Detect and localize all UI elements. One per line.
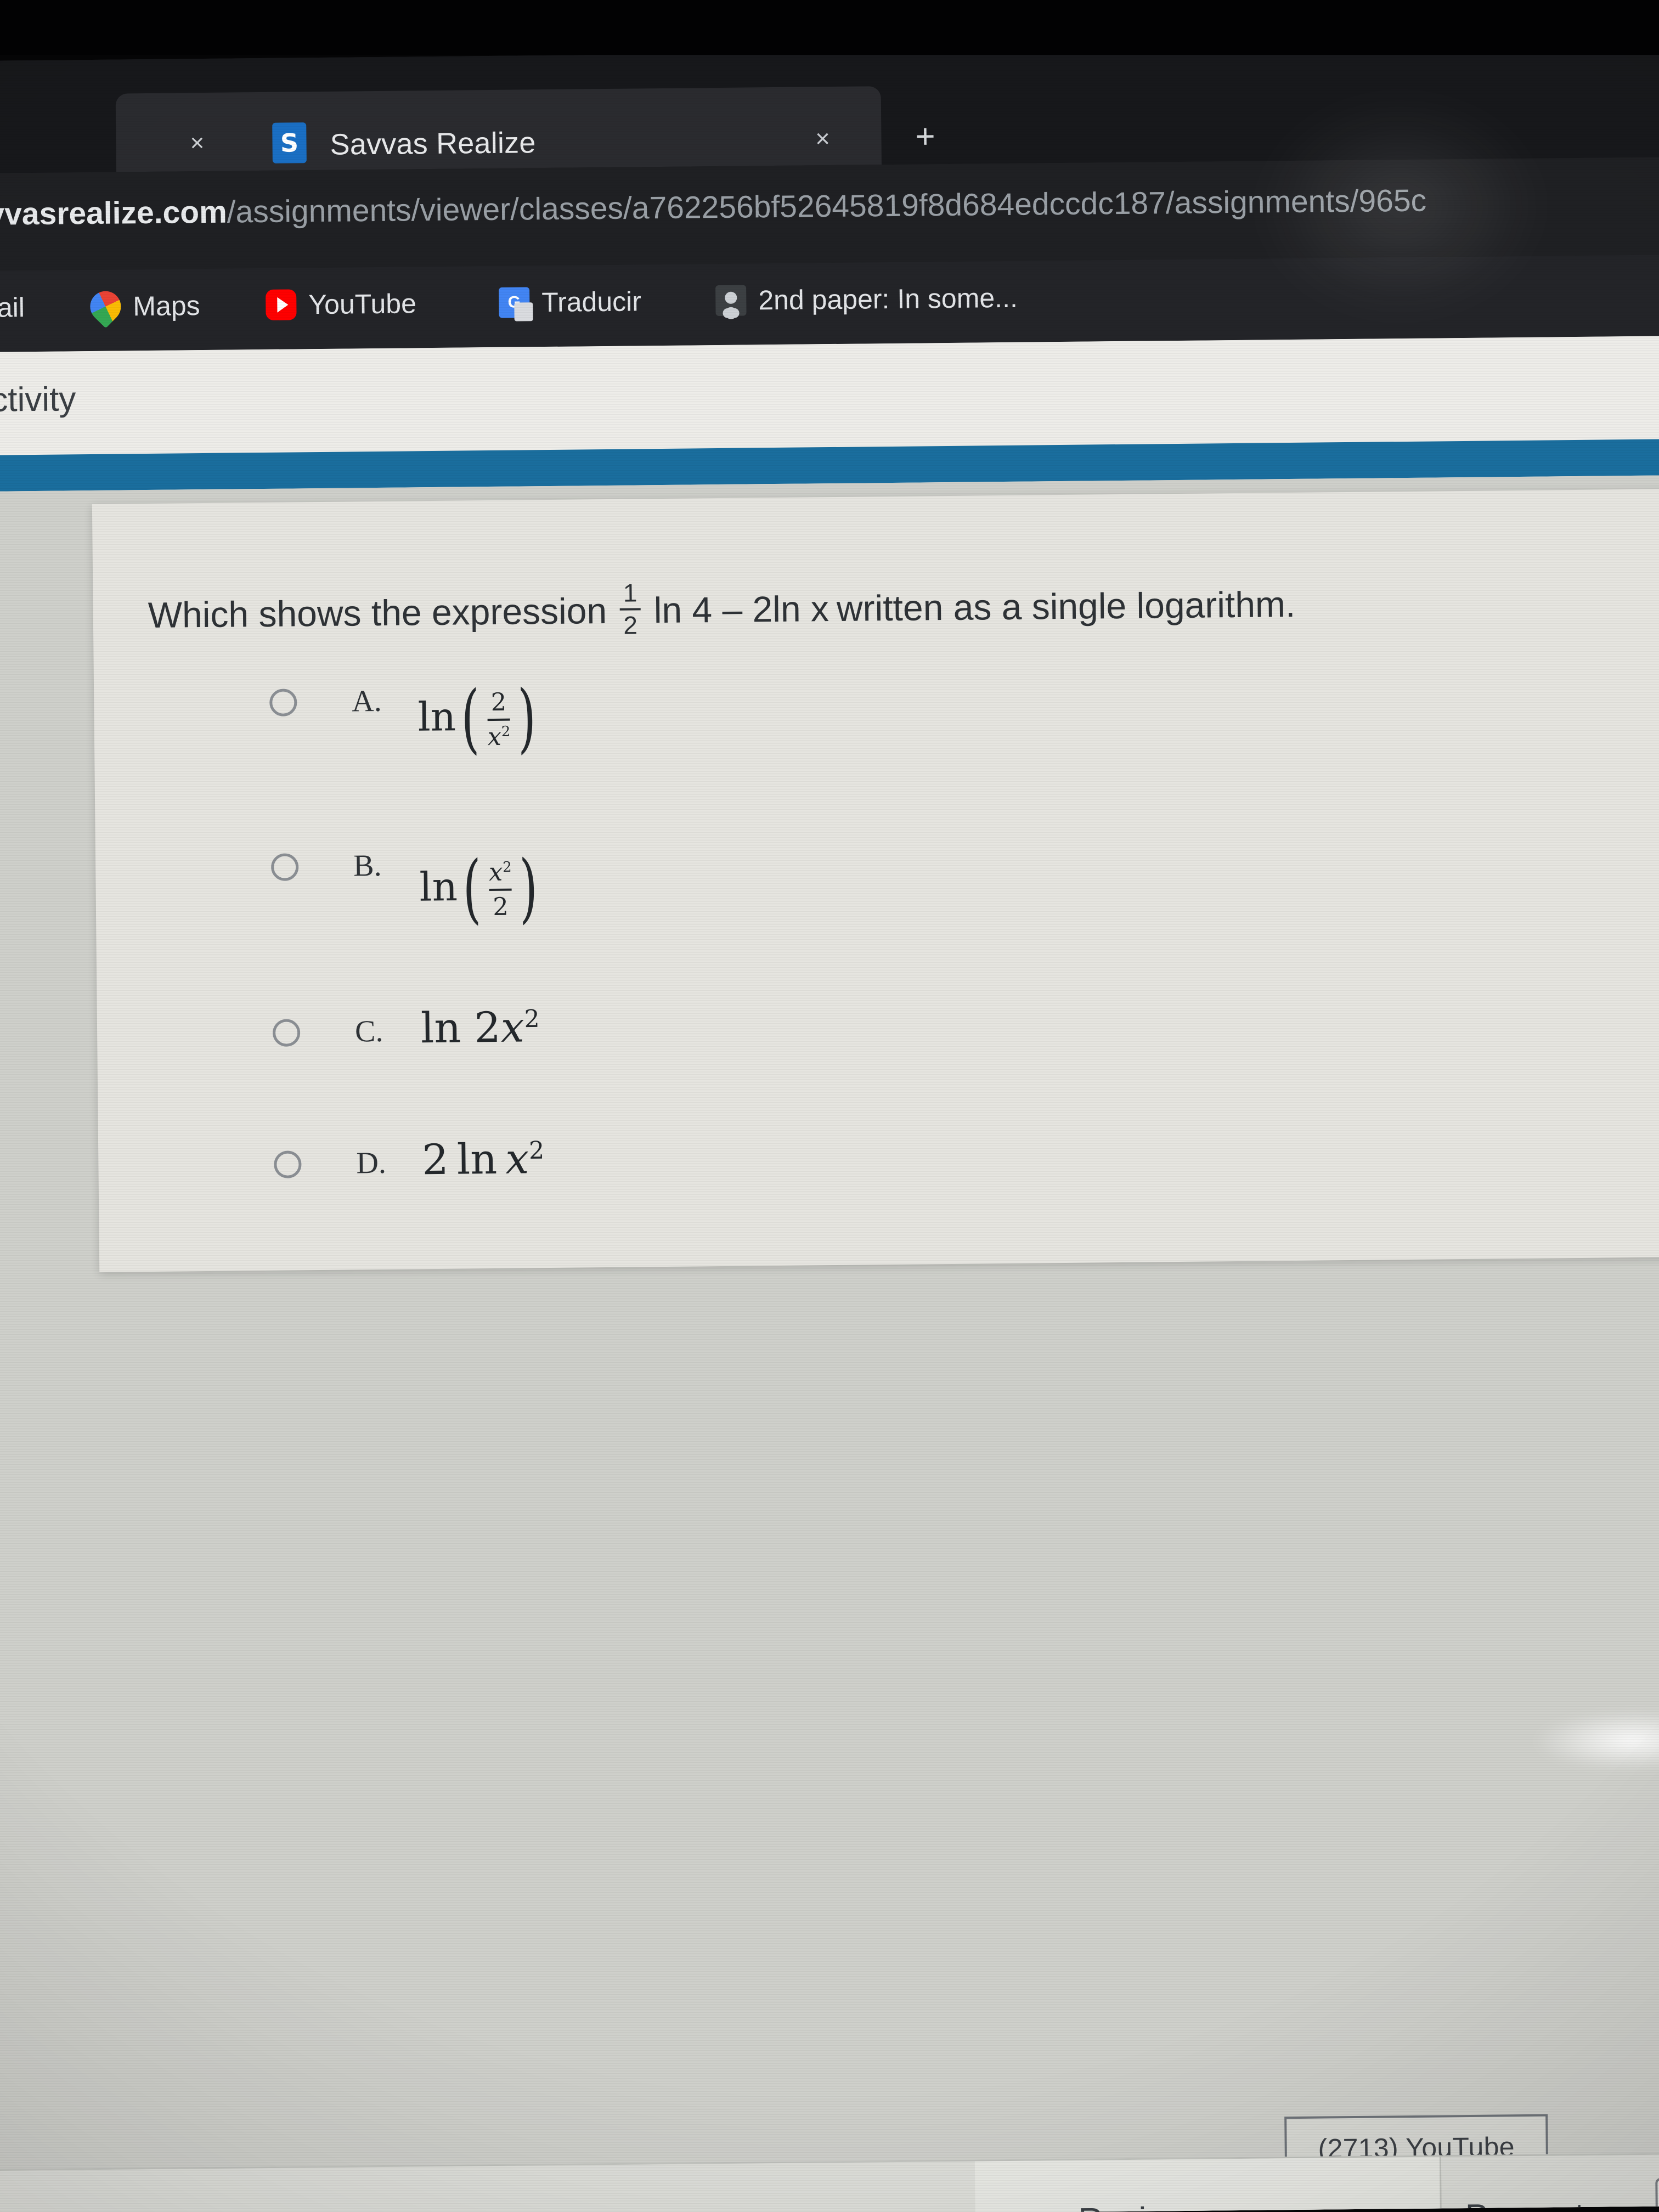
exponent: 2 bbox=[528, 1136, 545, 1165]
fraction-bar bbox=[487, 718, 511, 721]
radio-button-a[interactable] bbox=[269, 689, 297, 716]
fraction: x2 2 bbox=[488, 857, 512, 921]
activity-action-bar: Revisar progreso Pregunta bbox=[0, 2152, 1659, 2212]
choice-letter-b: B. bbox=[353, 848, 382, 883]
bookmark-youtube[interactable]: YouTube bbox=[266, 287, 416, 321]
bookmark-maps[interactable]: Maps bbox=[83, 285, 200, 329]
google-translate-icon: G bbox=[499, 287, 530, 318]
log-symbol: ln bbox=[417, 693, 456, 740]
review-progress-label: Revisar progreso bbox=[1078, 2198, 1338, 2212]
fraction: 2 x2 bbox=[487, 687, 511, 751]
question-text: Which shows the expression 1 2 ln 4 – 2l… bbox=[148, 575, 1296, 644]
choice-math-a: ln( 2 x2 ) bbox=[417, 674, 542, 764]
question-card: Which shows the expression 1 2 ln 4 – 2l… bbox=[92, 488, 1659, 1272]
url-text: avvasrealize.com/assignments/viewer/clas… bbox=[0, 183, 1426, 233]
screen-glare bbox=[1533, 1709, 1659, 1771]
question-middle: ln 4 – 2ln x bbox=[653, 588, 830, 631]
fraction-denominator: x2 bbox=[487, 722, 511, 751]
choice-math-c: ln 2x2 bbox=[421, 1002, 540, 1052]
choice-letter-c: C. bbox=[354, 1014, 383, 1049]
question-fraction: 1 2 bbox=[620, 578, 641, 640]
bookmark-2nd-paper[interactable]: 2nd paper: In some... bbox=[715, 282, 1018, 317]
google-maps-icon bbox=[83, 285, 127, 329]
leading-coefficient: 2 bbox=[421, 1135, 449, 1184]
bookmarks-bar: Gmail Maps YouTube G Traducir 2nd paper:… bbox=[0, 255, 1659, 352]
tab-title: Savvas Realize bbox=[330, 126, 536, 161]
choice-math-b: ln( x2 2 ) bbox=[419, 844, 544, 934]
question-number-input[interactable] bbox=[1655, 2177, 1659, 2212]
new-tab-button[interactable]: + bbox=[906, 117, 945, 156]
variable: x bbox=[500, 1002, 525, 1052]
bookmark-label: Gmail bbox=[0, 292, 25, 324]
bookmark-label: YouTube bbox=[308, 288, 417, 320]
bookmark-label: Traducir bbox=[541, 286, 642, 318]
left-paren-icon: ( bbox=[461, 675, 481, 763]
question-nav-label: Pregunta bbox=[1465, 2196, 1604, 2212]
fraction-denominator: 2 bbox=[493, 892, 509, 921]
fraction-numerator: 1 bbox=[623, 578, 637, 607]
review-progress-button[interactable]: Revisar progreso bbox=[974, 2157, 1442, 2212]
screen-photo: × S Savvas Realize × + avvasrealize.com/… bbox=[0, 0, 1659, 2212]
radio-button-d[interactable] bbox=[274, 1150, 302, 1178]
radio-button-b[interactable] bbox=[270, 853, 299, 881]
log-symbol: ln bbox=[420, 1003, 461, 1053]
variable: x bbox=[505, 1134, 529, 1183]
fraction-numerator: x2 bbox=[488, 857, 512, 887]
bookmark-traducir[interactable]: G Traducir bbox=[499, 285, 641, 318]
google-docs-icon bbox=[715, 285, 747, 317]
coefficient: 2 bbox=[474, 1002, 501, 1052]
fraction-numerator: 2 bbox=[490, 687, 507, 716]
page-header: Activity bbox=[0, 336, 1659, 455]
youtube-icon bbox=[266, 289, 297, 320]
page-content: Which shows the expression 1 2 ln 4 – 2l… bbox=[0, 475, 1659, 2212]
savvas-realize-page: Activity Which shows the expression 1 2 … bbox=[0, 336, 1659, 2212]
right-paren-icon: ) bbox=[517, 674, 537, 762]
url-path: /assignments/viewer/classes/a762256bf526… bbox=[227, 183, 1427, 230]
log-symbol: ln bbox=[456, 1134, 498, 1184]
log-symbol: ln bbox=[419, 864, 458, 910]
page-title: Activity bbox=[0, 380, 76, 420]
choice-letter-d: D. bbox=[356, 1146, 387, 1181]
question-suffix: written as a single logarithm. bbox=[836, 583, 1296, 629]
monitor-screen: × S Savvas Realize × + avvasrealize.com/… bbox=[0, 44, 1659, 2212]
browser-tabstrip: × S Savvas Realize × + bbox=[0, 44, 1659, 173]
fraction-bar bbox=[620, 608, 641, 611]
url-host: avvasrealize.com bbox=[0, 194, 228, 233]
choice-letter-a: A. bbox=[352, 684, 382, 719]
bookmark-gmail[interactable]: Gmail bbox=[0, 291, 25, 324]
radio-button-c[interactable] bbox=[272, 1019, 301, 1047]
fraction-denominator: 2 bbox=[623, 611, 638, 640]
bookmark-label: 2nd paper: In some... bbox=[758, 282, 1018, 316]
choice-math-d: 2 ln x2 bbox=[422, 1134, 545, 1184]
right-paren-icon: ) bbox=[519, 844, 539, 932]
question-nav-button[interactable]: Pregunta bbox=[1442, 2154, 1659, 2212]
exponent: 2 bbox=[524, 1005, 540, 1034]
close-icon[interactable]: × bbox=[807, 123, 838, 154]
question-prefix: Which shows the expression bbox=[148, 590, 607, 635]
left-paren-icon: ( bbox=[462, 845, 482, 933]
photo-bezel-top bbox=[0, 0, 1659, 55]
savvas-realize-favicon: S bbox=[272, 122, 307, 163]
fraction-bar bbox=[489, 888, 512, 891]
address-bar[interactable]: avvasrealize.com/assignments/viewer/clas… bbox=[0, 157, 1659, 271]
bookmark-label: Maps bbox=[133, 290, 200, 322]
close-icon-left[interactable]: × bbox=[183, 129, 211, 157]
